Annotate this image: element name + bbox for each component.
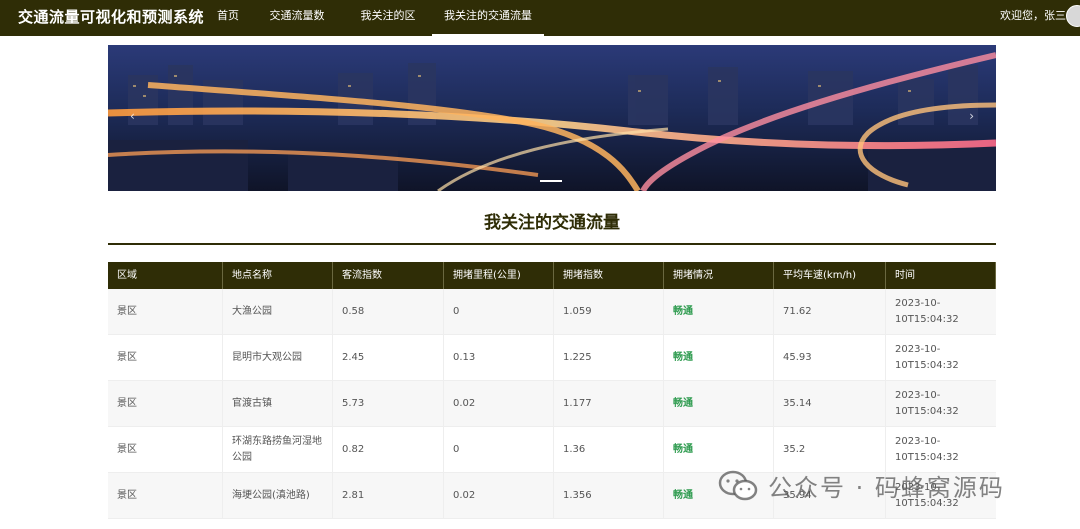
cell-congestion-status: 畅通 [664,427,774,472]
cell-area: 景区 [108,381,223,426]
cell-avg-speed: 71.62 [774,289,886,334]
col-header-time: 时间 [886,262,996,289]
chevron-left-icon[interactable]: ‹ [130,109,135,123]
chevron-right-icon[interactable]: › [969,109,974,123]
col-header-congestion-index: 拥堵指数 [554,262,664,289]
cell-time: 2023-10-10T15:04:32 [895,389,959,417]
cell-time: 2023-10-10T15:04:32 [895,343,959,371]
col-header-area: 区域 [108,262,223,289]
cell-passenger-index: 2.45 [333,335,444,380]
wechat-icon [718,470,758,500]
cell-time: 2023-10-10T15:04:32 [895,297,959,325]
cell-location: 官渡古镇 [223,381,333,426]
col-header-passenger-index: 客流指数 [333,262,444,289]
col-header-congestion-km: 拥堵里程(公里) [444,262,554,289]
table-row[interactable]: 景区 大渔公园 0.58 0 1.059 畅通 71.62 2023-10-10… [108,289,996,335]
table-row[interactable]: 景区 昆明市大观公园 2.45 0.13 1.225 畅通 45.93 2023… [108,335,996,381]
cell-congestion-status: 畅通 [664,381,774,426]
title-divider [108,243,996,245]
col-header-congestion-status: 拥堵情况 [664,262,774,289]
cell-congestion-index: 1.36 [554,427,664,472]
top-navbar: 交通流量可视化和预测系统 首页 交通流量数据 我关注的区域 我关注的交通流量 欢… [0,0,1080,54]
cell-location: 大渔公园 [223,289,333,334]
col-header-location: 地点名称 [223,262,333,289]
avatar[interactable] [1066,5,1080,27]
cell-passenger-index: 0.82 [333,427,444,472]
table-header: 区域 地点名称 客流指数 拥堵里程(公里) 拥堵指数 拥堵情况 平均车速(km/… [108,262,996,289]
table-row[interactable]: 景区 环湖东路捞鱼河湿地公园 0.82 0 1.36 畅通 35.2 2023-… [108,427,996,473]
col-header-avg-speed: 平均车速(km/h) [774,262,886,289]
cell-passenger-index: 0.58 [333,289,444,334]
cell-congestion-index: 1.177 [554,381,664,426]
cell-congestion-status: 畅通 [664,335,774,380]
nav-my-traffic[interactable]: 我关注的交通流量 [432,0,544,36]
cell-congestion-km: 0.02 [444,381,554,426]
nav-home[interactable]: 首页 [216,0,240,36]
cell-congestion-km: 0.13 [444,335,554,380]
page-title: 我关注的交通流量 [484,213,620,233]
cell-congestion-index: 1.356 [554,473,664,518]
cell-congestion-km: 0 [444,427,554,472]
cell-location: 海埂公园(滇池路) [223,473,333,518]
cell-congestion-km: 0 [444,289,554,334]
nav-traffic-data[interactable]: 交通流量数据 [265,0,329,54]
cell-area: 景区 [108,473,223,518]
cell-avg-speed: 35.14 [774,381,886,426]
cell-congestion-km: 0.02 [444,473,554,518]
banner-carousel[interactable]: ‹ › [108,45,996,191]
cell-location: 环湖东路捞鱼河湿地公园 [223,427,333,472]
cell-congestion-index: 1.059 [554,289,664,334]
carousel-indicator[interactable] [540,180,562,182]
cell-area: 景区 [108,335,223,380]
cell-area: 景区 [108,289,223,334]
cell-area: 景区 [108,427,223,472]
cell-time: 2023-10-10T15:04:32 [895,435,959,463]
watermark-overlay: 公众号 · 码蜂窝源码 [718,468,1005,503]
cell-congestion-status: 畅通 [664,289,774,334]
cell-passenger-index: 5.73 [333,381,444,426]
watermark-text: 公众号 · 码蜂窝源码 [768,474,1005,502]
table-row[interactable]: 景区 官渡古镇 5.73 0.02 1.177 畅通 35.14 2023-10… [108,381,996,427]
nav-my-areas[interactable]: 我关注的区域 [356,0,420,54]
city-interchange-image [108,45,996,191]
cell-avg-speed: 45.93 [774,335,886,380]
cell-passenger-index: 2.81 [333,473,444,518]
app-title[interactable]: 交通流量可视化和预测系统 [18,0,204,36]
cell-congestion-index: 1.225 [554,335,664,380]
cell-avg-speed: 35.2 [774,427,886,472]
welcome-user[interactable]: 欢迎您，张三 [1000,0,1066,36]
cell-location: 昆明市大观公园 [223,335,333,380]
